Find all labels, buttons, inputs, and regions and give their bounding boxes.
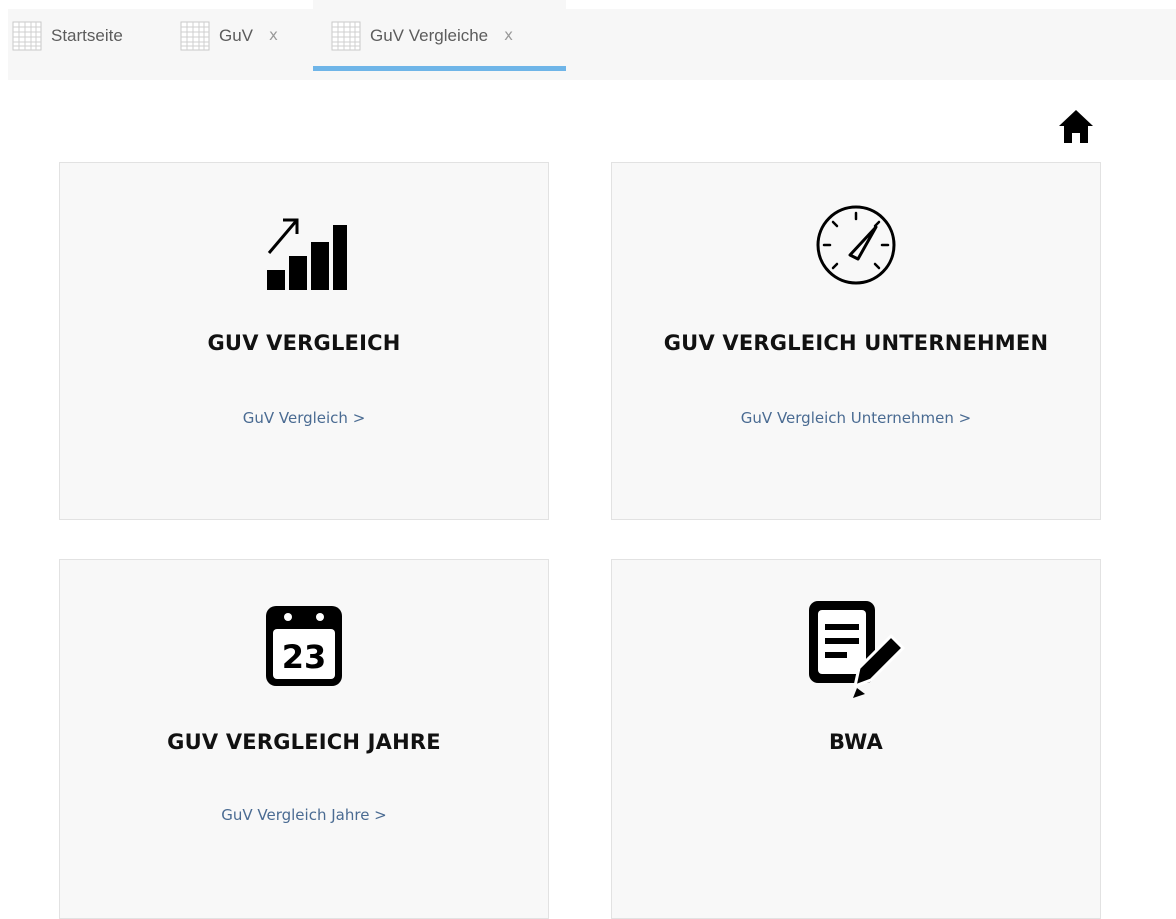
close-tab-button[interactable]: x — [269, 28, 278, 43]
card-bwa: BWA — [611, 559, 1101, 919]
calendar-icon: 23 — [260, 602, 348, 695]
card-title: GUV VERGLEICH UNTERNEHMEN — [663, 331, 1049, 355]
card-guv-vergleich-jahre: 23 GUV VERGLEICH JAHRE GuV Vergleich Jah… — [59, 559, 549, 919]
home-button[interactable] — [1053, 107, 1099, 147]
grid-icon — [331, 21, 361, 51]
tab-label: GuV — [219, 25, 254, 45]
grid-icon — [12, 21, 42, 51]
tab-guv-vergleiche[interactable]: GuV Vergleiche x — [313, 0, 566, 71]
tab-label: GuV Vergleiche — [370, 25, 489, 45]
grid-icon — [180, 21, 210, 51]
tab-label: Startseite — [51, 25, 123, 45]
speedometer-icon — [814, 203, 898, 292]
document-edit-icon — [801, 596, 911, 707]
tab-startseite[interactable]: Startseite — [8, 0, 172, 71]
card-title: GUV VERGLEICH JAHRE — [167, 730, 441, 754]
calendar-day-number: 23 — [282, 638, 327, 676]
card-guv-vergleich-unternehmen: GUV VERGLEICH UNTERNEHMEN GuV Vergleich … — [611, 162, 1101, 520]
card-link[interactable]: GuV Vergleich > — [60, 409, 548, 427]
card-link[interactable]: GuV Vergleich Jahre > — [60, 806, 548, 824]
card-guv-vergleich: GUV VERGLEICH GuV Vergleich > — [59, 162, 549, 520]
close-tab-button[interactable]: x — [504, 28, 513, 43]
card-title: BWA — [829, 730, 883, 754]
chart-growth-icon — [259, 213, 349, 298]
home-icon — [1059, 110, 1093, 143]
tab-guv[interactable]: GuV x — [180, 0, 310, 71]
card-link[interactable]: GuV Vergleich Unternehmen > — [612, 409, 1100, 427]
card-title: GUV VERGLEICH — [207, 331, 401, 355]
